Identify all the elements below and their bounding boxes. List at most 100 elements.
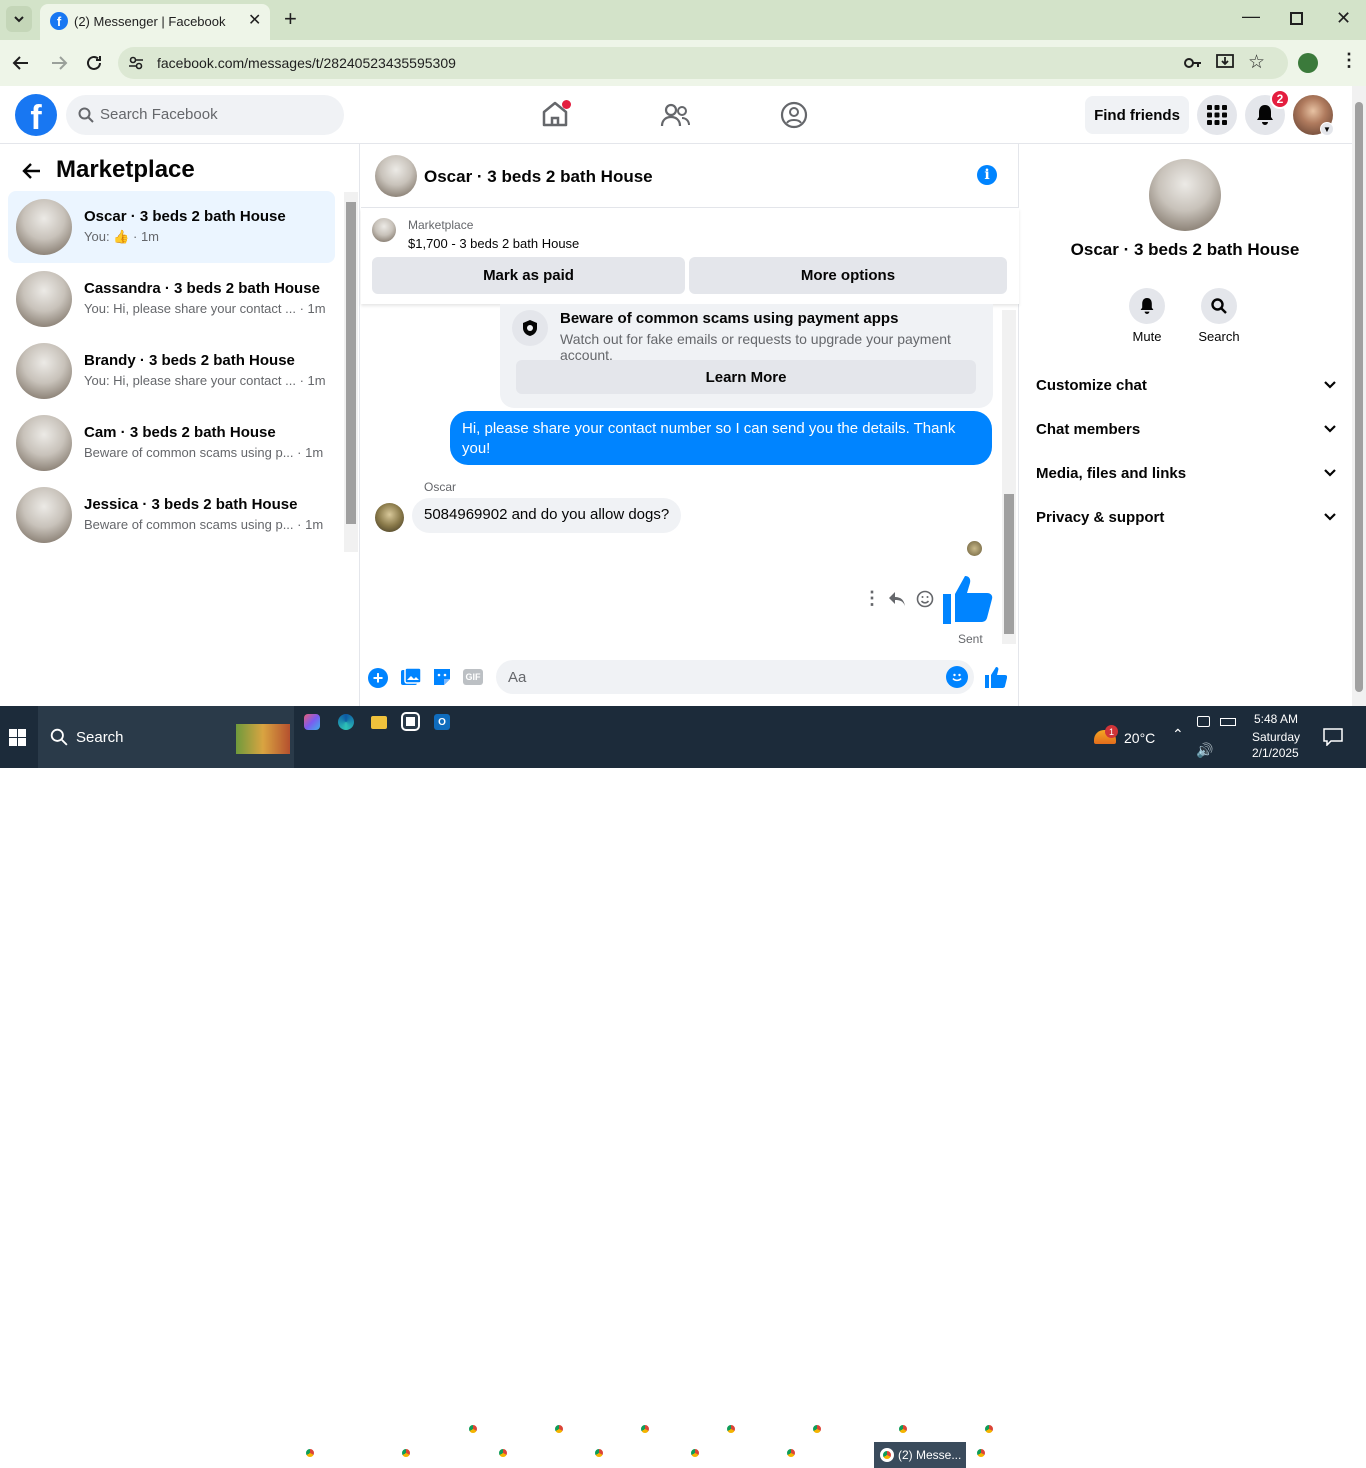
reload-icon[interactable] [85, 54, 103, 72]
account-chevron-icon[interactable]: ▼ [1320, 122, 1334, 136]
clock-day[interactable]: Saturday [1252, 730, 1300, 744]
browser-tab[interactable]: f (2) Messenger | Facebook ✕ [40, 4, 270, 40]
conversation-row-brandy[interactable]: Brandy · 3 beds 2 bath House You: Hi, pl… [8, 335, 335, 407]
back-icon[interactable] [12, 54, 30, 72]
taskbar-app-3[interactable]: (1) Mess... [638, 1418, 716, 1440]
gif-icon[interactable]: GIF [463, 669, 483, 685]
chat-members-section[interactable]: Chat members [1036, 414, 1336, 444]
edge-icon[interactable] [338, 714, 354, 730]
more-actions-icon[interactable]: ⋮ [863, 588, 881, 609]
conversation-row-jessica[interactable]: Jessica · 3 beds 2 bath House Beware of … [8, 479, 335, 551]
minimize-icon[interactable]: — [1242, 6, 1260, 27]
privacy-support-section[interactable]: Privacy & support [1036, 502, 1336, 532]
taskbar-app-7[interactable]: (11) Me... [982, 1418, 1060, 1440]
taskbar-app-2[interactable]: (2) Mess... [552, 1418, 630, 1440]
weather-temperature[interactable]: 20°C [1124, 730, 1155, 746]
apps-grid-icon [1207, 105, 1227, 125]
outlook-icon[interactable]: O [434, 714, 450, 730]
address-bar[interactable]: facebook.com/messages/t/2824052343559530… [118, 47, 1288, 79]
groups-icon[interactable] [780, 101, 808, 129]
display-icon[interactable] [1197, 716, 1210, 727]
emoji-icon[interactable] [946, 666, 968, 688]
send-like-icon[interactable] [985, 666, 1007, 688]
taskbar-app-13[interactable]: (4) Faceb... [784, 1442, 874, 1464]
customize-chat-section[interactable]: Customize chat [1036, 370, 1336, 400]
taskbar-app-11[interactable]: (2) Faceb... [592, 1442, 682, 1464]
clock-date[interactable]: 2/1/2025 [1252, 746, 1299, 760]
find-friends-button[interactable]: Find friends [1085, 96, 1189, 134]
chat-title[interactable]: Oscar · 3 beds 2 bath House [424, 167, 653, 187]
conversation-row-cam[interactable]: Cam · 3 beds 2 bath House Beware of comm… [8, 407, 335, 479]
taskbar-app-9[interactable]: (20+) Fac... [399, 1442, 489, 1464]
messages-scrollbar-thumb[interactable] [1004, 494, 1014, 634]
info-icon[interactable]: i [977, 165, 997, 185]
taskbar-search-box[interactable]: Search [38, 706, 294, 768]
profile-avatar-icon[interactable] [1298, 53, 1318, 73]
received-message-bubble[interactable]: 5084969902 and do you allow dogs? [412, 498, 682, 533]
taskbar-app-5[interactable]: (20+) M... [810, 1418, 888, 1440]
chrome-icon [638, 1422, 652, 1436]
taskbar-app-1[interactable]: Mujahid... [466, 1418, 544, 1440]
taskbar-app-6[interactable]: (12) Fac... [896, 1418, 974, 1440]
mute-button[interactable] [1129, 288, 1165, 324]
sender-avatar[interactable] [375, 503, 404, 532]
windows-start-icon[interactable] [9, 729, 26, 746]
conversation-preview: Beware of common scams using p... · 1m [84, 517, 324, 532]
bookmark-star-icon[interactable]: ☆ [1248, 51, 1265, 74]
new-tab-icon[interactable]: + [284, 6, 297, 32]
sticker-icon[interactable] [432, 667, 452, 687]
details-avatar[interactable] [1149, 159, 1221, 231]
install-app-icon[interactable] [1216, 53, 1234, 71]
messages-scrollbar[interactable] [1002, 310, 1016, 644]
taskbar-app-14-active[interactable]: (2) Messe... [874, 1442, 966, 1468]
copilot-icon[interactable] [304, 714, 320, 730]
restore-icon[interactable] [1290, 12, 1303, 25]
search-conversation-button[interactable] [1201, 288, 1237, 324]
sidebar-scrollbar[interactable] [344, 192, 358, 552]
message-input[interactable]: Aa [496, 660, 974, 694]
open-actions-icon[interactable]: + [368, 668, 388, 688]
password-key-icon[interactable] [1184, 55, 1202, 71]
sidebar-scrollbar-thumb[interactable] [346, 202, 356, 524]
back-arrow-icon[interactable] [22, 162, 42, 180]
facebook-search-input[interactable]: Search Facebook [66, 95, 344, 135]
store-icon[interactable] [401, 712, 420, 731]
attach-image-icon[interactable] [400, 667, 422, 687]
react-emoji-icon[interactable] [916, 590, 934, 608]
taskbar-app-8[interactable]: (15) Faceb... [303, 1442, 393, 1464]
page-scrollbar-thumb[interactable] [1355, 102, 1363, 692]
media-files-links-section[interactable]: Media, files and links [1036, 458, 1336, 488]
taskbar-app-10[interactable]: (3) Faceb... [496, 1442, 586, 1464]
friends-icon[interactable] [660, 102, 690, 128]
thumbs-up-sticker-icon[interactable] [943, 574, 993, 624]
taskbar-app-12[interactable]: (6) Faceb... [688, 1442, 778, 1464]
battery-icon[interactable] [1220, 718, 1236, 726]
facebook-logo-icon[interactable]: f [15, 94, 57, 137]
listing-title[interactable]: $1,700 - 3 beds 2 bath House [408, 236, 579, 251]
taskbar-app-15[interactable]: (2) Faceb... [974, 1442, 1058, 1464]
taskbar-app-4[interactable]: (3) Mess... [724, 1418, 802, 1440]
details-title[interactable]: Oscar · 3 beds 2 bath House [1020, 240, 1350, 260]
tab-close-icon[interactable]: ✕ [248, 10, 261, 30]
menu-button[interactable] [1197, 95, 1237, 135]
page-scrollbar[interactable] [1352, 86, 1366, 706]
more-options-button[interactable]: More options [689, 257, 1007, 294]
site-settings-icon[interactable] [128, 55, 144, 71]
notification-center-icon[interactable] [1323, 728, 1343, 746]
conversation-row-oscar[interactable]: Oscar · 3 beds 2 bath House You: 👍 · 1m [8, 191, 335, 263]
url-text[interactable]: facebook.com/messages/t/2824052343559530… [157, 55, 456, 71]
hidden-icons-chevron-icon[interactable]: ⌃ [1172, 726, 1184, 743]
volume-icon[interactable]: 🔊 [1196, 742, 1213, 759]
reply-icon[interactable] [888, 591, 906, 607]
forward-icon[interactable] [50, 54, 68, 72]
chat-avatar[interactable] [375, 155, 417, 197]
close-window-icon[interactable]: ✕ [1336, 8, 1351, 29]
mark-as-paid-button[interactable]: Mark as paid [372, 257, 685, 294]
file-explorer-icon[interactable] [371, 716, 387, 729]
conversation-row-cassandra[interactable]: Cassandra · 3 beds 2 bath House You: Hi,… [8, 263, 335, 335]
clock-time[interactable]: 5:48 AM [1254, 712, 1298, 726]
learn-more-button[interactable]: Learn More [516, 360, 976, 394]
browser-menu-icon[interactable]: ⋮ [1340, 50, 1358, 71]
tab-search-button[interactable] [6, 6, 32, 32]
sent-message-bubble[interactable]: Hi, please share your contact number so … [450, 411, 992, 465]
